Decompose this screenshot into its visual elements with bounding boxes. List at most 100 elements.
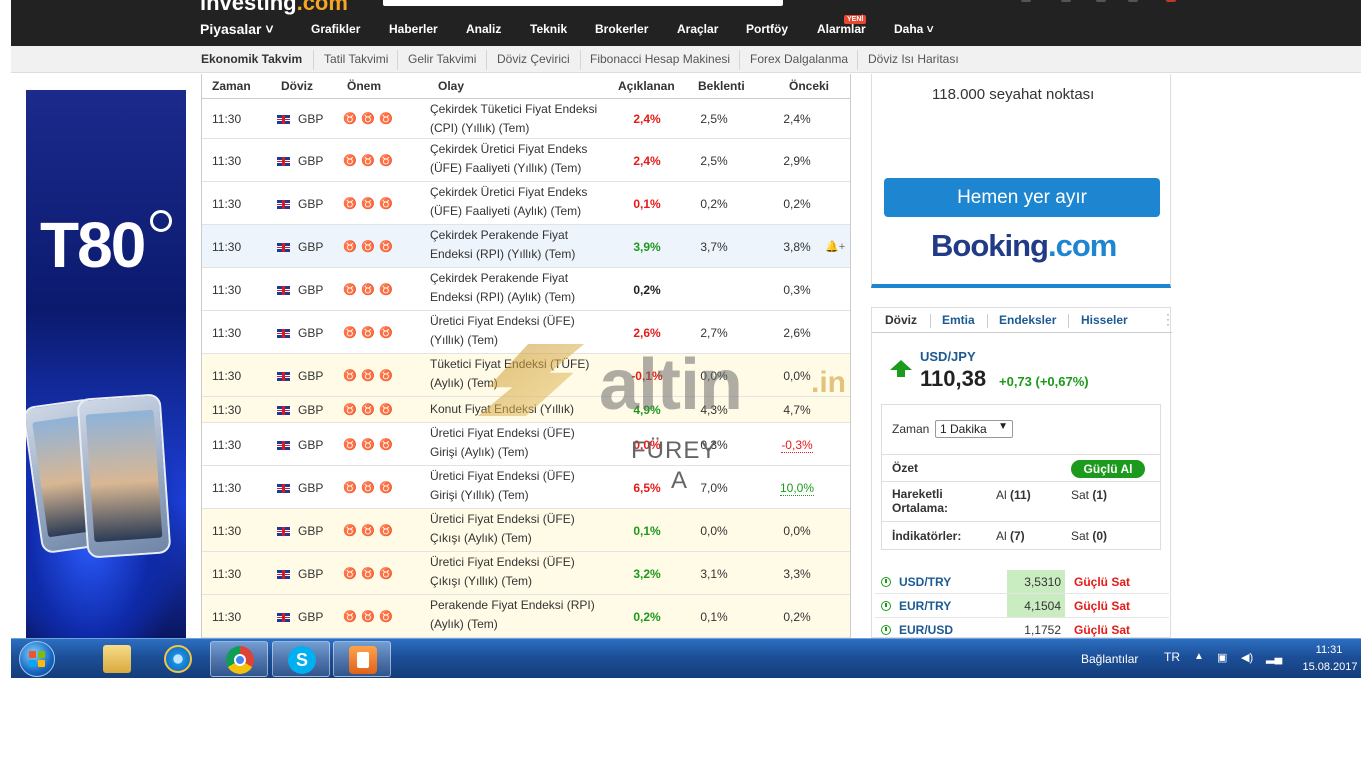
header-icon[interactable] — [1128, 0, 1138, 2]
row-event[interactable]: Konut Fiyat Endeksi (Yıllık) — [430, 400, 605, 419]
signal-icon[interactable]: ▂▄ — [1266, 652, 1282, 664]
advertisement-banner[interactable]: T80 — [26, 90, 186, 638]
table-row[interactable]: 11:30 GBP ♉ ♉ ♉ Çekirdek Üretici Fiyat Endeks… — [202, 182, 850, 225]
subnav-earnings-calendar[interactable]: Gelir Takvimi — [408, 52, 476, 66]
row-time: 11:30 — [212, 112, 242, 126]
tab-stocks[interactable]: Hisseler — [1081, 313, 1128, 327]
kebab-menu-icon[interactable]: · · · — [1166, 308, 1170, 330]
table-row[interactable]: 11:30 GBP ♉ ♉ ♉ Üretici Fiyat Endeksi (ÜFE) (… — [202, 311, 850, 354]
row-event[interactable]: Üretici Fiyat Endeksi (ÜFE) (Yıllık) (Te… — [430, 312, 605, 350]
table-row[interactable]: 11:30 GBP ♉ ♉ ♉ Üretici Fiyat Endeksi (ÜFE) Ç… — [202, 509, 850, 552]
quote-row[interactable]: USD/TRY 3,5310 Güçlü Sat — [875, 570, 1169, 594]
row-previous-value: 2,4% — [783, 112, 811, 126]
nav-more[interactable]: Daha ˅ — [894, 22, 934, 40]
header-currency[interactable]: Döviz — [281, 79, 313, 93]
header-event[interactable]: Olay — [438, 79, 464, 93]
header-forecast[interactable]: Beklenti — [698, 79, 745, 93]
table-row[interactable]: 11:30 GBP ♉ ♉ ♉ Üretici Fiyat Endeksi (ÜFE) G… — [202, 466, 850, 509]
row-event[interactable]: Çekirdek Tüketici Fiyat Endeksi (CPI) (Y… — [430, 100, 605, 138]
table-row[interactable]: 11:30 GBP ♉ ♉ ♉ Tüketici Fiyat Endeksi (TÜFE)… — [202, 354, 850, 397]
tray-expand-icon[interactable]: ▲ — [1194, 651, 1204, 662]
pair-name[interactable]: USD/JPY — [920, 349, 976, 364]
row-event[interactable]: Üretici Fiyat Endeksi (ÜFE) Çıkışı (Yıll… — [430, 553, 605, 591]
taskbar-media-player[interactable] — [333, 641, 391, 677]
alert-bell-icon[interactable]: 🔔+ — [825, 240, 845, 253]
taskbar-skype[interactable]: S — [272, 641, 330, 677]
quote-row[interactable]: EUR/TRY 4,1504 Güçlü Sat — [875, 594, 1169, 618]
nav-technical[interactable]: Teknik — [530, 22, 567, 40]
nav-alerts[interactable]: Alarmlar — [817, 22, 866, 40]
nav-tools[interactable]: Araçlar — [677, 22, 718, 40]
search-input[interactable] — [383, 0, 783, 6]
row-event[interactable]: Üretici Fiyat Endeksi (ÜFE) Girişi (Yıll… — [430, 467, 605, 505]
table-row[interactable]: 11:30 GBP ♉ ♉ ♉ Konut Fiyat Endeksi (Yıllık) 4… — [202, 397, 850, 423]
tray-clock-time[interactable]: 11:31 — [1309, 644, 1349, 656]
header-icon[interactable] — [1096, 0, 1106, 2]
row-event[interactable]: Üretici Fiyat Endeksi (ÜFE) Girişi (Aylı… — [430, 424, 605, 462]
row-event[interactable]: Tüketici Fiyat Endeksi (TÜFE) (Aylık) (T… — [430, 355, 605, 393]
row-forecast: 0,0% — [700, 369, 728, 383]
uk-flag-icon — [277, 484, 290, 493]
tray-clock-date[interactable]: 15.08.2017 — [1292, 661, 1366, 673]
taskbar-chrome[interactable] — [210, 641, 268, 677]
table-row[interactable]: 11:30 GBP ♉ ♉ ♉ Çekirdek Perakende Fiyat Ende… — [202, 225, 850, 268]
quote-pair[interactable]: EUR/USD — [899, 623, 953, 637]
quote-signal: Güçlü Sat — [1074, 599, 1131, 613]
taskbar-file-explorer[interactable] — [88, 641, 146, 677]
header-importance[interactable]: Önem — [347, 79, 381, 93]
header-icon[interactable] — [1061, 0, 1071, 2]
nav-news[interactable]: Haberler — [389, 22, 438, 40]
uk-flag-icon — [277, 441, 290, 450]
row-event[interactable]: Çekirdek Üretici Fiyat Endeks (ÜFE) Faal… — [430, 183, 605, 221]
start-button[interactable] — [19, 641, 55, 677]
row-event[interactable]: Çekirdek Perakende Fiyat Endeksi (RPI) (… — [430, 226, 605, 264]
tab-currency[interactable]: Döviz — [885, 313, 917, 327]
table-row[interactable]: 11:30 GBP ♉ ♉ ♉ Perakende Fiyat Endeksi (RPI)… — [202, 595, 850, 638]
row-event[interactable]: Çekirdek Üretici Fiyat Endeks (ÜFE) Faal… — [430, 140, 605, 178]
dropdown-caret-icon: ▼ — [998, 421, 1008, 432]
taskbar-internet-explorer[interactable] — [149, 641, 207, 677]
table-row[interactable]: 11:30 GBP ♉ ♉ ♉ Üretici Fiyat Endeksi (ÜFE) Ç… — [202, 552, 850, 595]
subnav-economic-calendar[interactable]: Ekonomik Takvim — [201, 52, 302, 66]
tab-commodities[interactable]: Emtia — [942, 313, 975, 327]
subnav-currency-converter[interactable]: Döviz Çevirici — [497, 52, 570, 66]
row-currency: GBP — [298, 610, 324, 624]
tray-language[interactable]: TR — [1164, 650, 1180, 664]
quote-pair[interactable]: USD/TRY — [899, 575, 951, 589]
nav-portfolio[interactable]: Portföy — [746, 22, 788, 40]
header-time[interactable]: Zaman — [212, 79, 251, 93]
tab-indices[interactable]: Endeksler — [999, 313, 1056, 327]
subnav-currency-heatmap[interactable]: Döviz Isı Haritası — [868, 52, 959, 66]
speaker-icon[interactable]: ◀) — [1241, 652, 1253, 664]
moving-average-label: Hareketli Ortalama: — [892, 487, 948, 515]
table-row[interactable]: 11:30 GBP ♉ ♉ ♉ Üretici Fiyat Endeksi (ÜFE) G… — [202, 423, 850, 466]
subnav-fibonacci-calculator[interactable]: Fibonacci Hesap Makinesi — [590, 52, 730, 66]
row-event[interactable]: Çekirdek Perakende Fiyat Endeksi (RPI) (… — [430, 269, 605, 307]
network-icon[interactable]: ▣ — [1217, 652, 1229, 664]
subnav-forex-volatility[interactable]: Forex Dalgalanma — [750, 52, 848, 66]
bull-icon: ♉ — [379, 439, 393, 451]
table-row[interactable]: 11:30 GBP ♉ ♉ ♉ Çekirdek Üretici Fiyat Endeks… — [202, 139, 850, 182]
tray-connections-label[interactable]: Bağlantılar — [1081, 652, 1138, 666]
header-actual[interactable]: Açıklanan — [618, 79, 675, 93]
nav-markets[interactable]: Piyasalar ˅ — [200, 21, 274, 39]
summary-label: Özet — [892, 461, 919, 475]
table-row[interactable]: 11:30 GBP ♉ ♉ ♉ Çekirdek Tüketici Fiyat Endek… — [202, 99, 850, 139]
nav-charts[interactable]: Grafikler — [311, 22, 360, 40]
row-event[interactable]: Perakende Fiyat Endeksi (RPI) (Aylık) (T… — [430, 596, 605, 634]
nav-brokers[interactable]: Brokerler — [595, 22, 648, 40]
nav-analysis[interactable]: Analiz — [466, 22, 501, 40]
investing-logo[interactable]: investing.com — [200, 0, 348, 16]
booking-advertisement[interactable]: 118.000 seyahat noktası Hemen yer ayır B… — [871, 74, 1171, 288]
timeframe-select[interactable]: 1 Dakika ▼ — [935, 420, 1013, 438]
quote-pair[interactable]: EUR/TRY — [899, 599, 951, 613]
booking-reserve-button[interactable]: Hemen yer ayır — [884, 178, 1160, 217]
header-previous[interactable]: Önceki — [789, 79, 829, 93]
table-row[interactable]: 11:30 GBP ♉ ♉ ♉ Çekirdek Perakende Fiyat Ende… — [202, 268, 850, 311]
header-icon[interactable] — [1166, 0, 1176, 2]
subnav-holiday-calendar[interactable]: Tatil Takvimi — [324, 52, 388, 66]
row-forecast: 0,0% — [700, 524, 728, 538]
header-icon[interactable] — [1021, 0, 1031, 2]
booking-logo[interactable]: Booking.com — [931, 228, 1117, 264]
row-event[interactable]: Üretici Fiyat Endeksi (ÜFE) Çıkışı (Aylı… — [430, 510, 605, 548]
